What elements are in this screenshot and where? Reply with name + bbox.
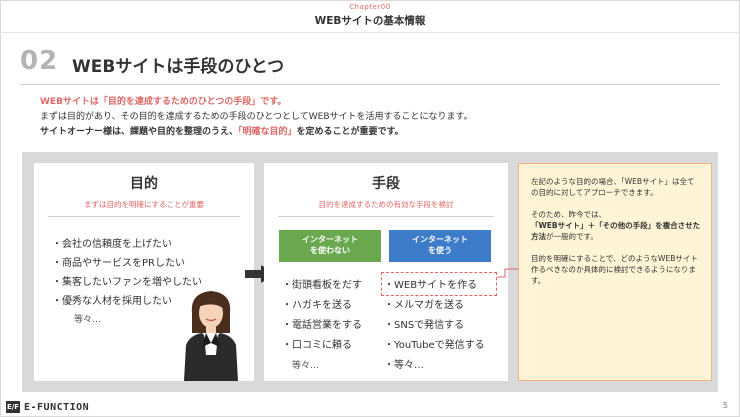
note-p2-pre: そのため、昨今では、	[531, 210, 606, 219]
internet-etc: 等々…	[384, 356, 485, 376]
section-number: 02	[20, 46, 59, 76]
means-title: 手段	[372, 176, 400, 192]
internet-item: SNSで発信する	[384, 316, 485, 336]
no-internet-list: 街頭看板をだす ハガキを送る 電話営業をする 口コミに頼る 等々…	[282, 276, 362, 376]
no-internet-item: 街頭看板をだす	[282, 276, 362, 296]
note-paragraph-2: そのため、昨今では、 「WEBサイト」＋「その他の手段」を複合させた方法が一般的で…	[531, 209, 701, 242]
intro-line-3-pre: サイトオーナー様は、課題や目的を整理のうえ、	[40, 127, 239, 137]
goal-item: 商品やサービスをPRしたい	[52, 254, 202, 273]
goal-item: 会社の信頼度を上げたい	[52, 235, 202, 254]
intro-line-2: まずは目的があり、その目的を達成するための手段のひとつとしてWEBサイトを活用す…	[40, 112, 473, 122]
intro-line-3: サイトオーナー様は、課題や目的を整理のうえ、「明確な目的」を定めることが重要です…	[40, 125, 473, 140]
logo-mark-icon: E/F	[6, 401, 20, 413]
no-internet-label-line1: インターネット	[302, 235, 358, 244]
note-p2-post: が一般的です。	[546, 232, 598, 241]
no-internet-item: 電話営業をする	[282, 316, 362, 336]
footer: E/F E-FUNCTION 5	[0, 395, 740, 417]
means-divider	[278, 216, 494, 217]
chapter-label: Chapter00	[349, 3, 391, 11]
internet-item: メルマガを送る	[384, 296, 485, 316]
internet-label-line1: インターネット	[412, 235, 468, 244]
page-number: 5	[722, 401, 728, 410]
connector-line	[497, 268, 519, 278]
intro-line-3-emphasis: 「明確な目的」	[238, 127, 297, 137]
note-paragraph-3: 目的を明確にすることで、どのようなWEBサイト作るべきなのか具体的に検討できるよ…	[531, 254, 698, 285]
intro-text: WEBサイトは「目的を達成するためのひとつの手段」です。 まずは目的があり、その…	[40, 95, 473, 140]
header-title: WEBサイトの基本情報	[314, 15, 426, 27]
explanation-note: 左記のような目的の場合、「WEBサイト」は全ての目的に対してアプローチできます。…	[518, 163, 712, 381]
businesswoman-illustration	[184, 291, 238, 381]
no-internet-item: ハガキを送る	[282, 296, 362, 316]
section-title: WEBサイトは手段のひとつ	[72, 57, 285, 77]
section-divider	[20, 84, 720, 85]
goal-divider	[48, 216, 240, 217]
internet-label: インターネット を使う	[389, 230, 491, 262]
goal-subtitle: まずは目的を明確にすることが重要	[83, 200, 205, 209]
logo-text: E-FUNCTION	[24, 401, 90, 413]
note-paragraph-1: 左記のような目的の場合、「WEBサイト」は全ての目的に対してアプローチできます。	[531, 177, 695, 197]
no-internet-etc: 等々…	[292, 361, 320, 371]
internet-item: YouTubeで発信する	[384, 336, 485, 356]
intro-line-3-post: を定めることが重要です。	[296, 127, 404, 137]
goal-title: 目的	[130, 176, 158, 192]
no-internet-item: 口コミに頼る	[282, 336, 362, 356]
no-internet-label-line2: を使わない	[310, 246, 350, 255]
intro-line-1: WEBサイトは「目的を達成するためのひとつの手段」です。	[40, 97, 287, 107]
means-subtitle: 目的を達成するための有効な手段を検討	[318, 200, 454, 209]
company-logo: E/F E-FUNCTION	[6, 401, 89, 413]
header-divider	[0, 32, 740, 33]
no-internet-label: インターネット を使わない	[279, 230, 381, 262]
internet-label-line2: を使う	[428, 246, 452, 255]
website-highlight-box	[381, 272, 497, 296]
